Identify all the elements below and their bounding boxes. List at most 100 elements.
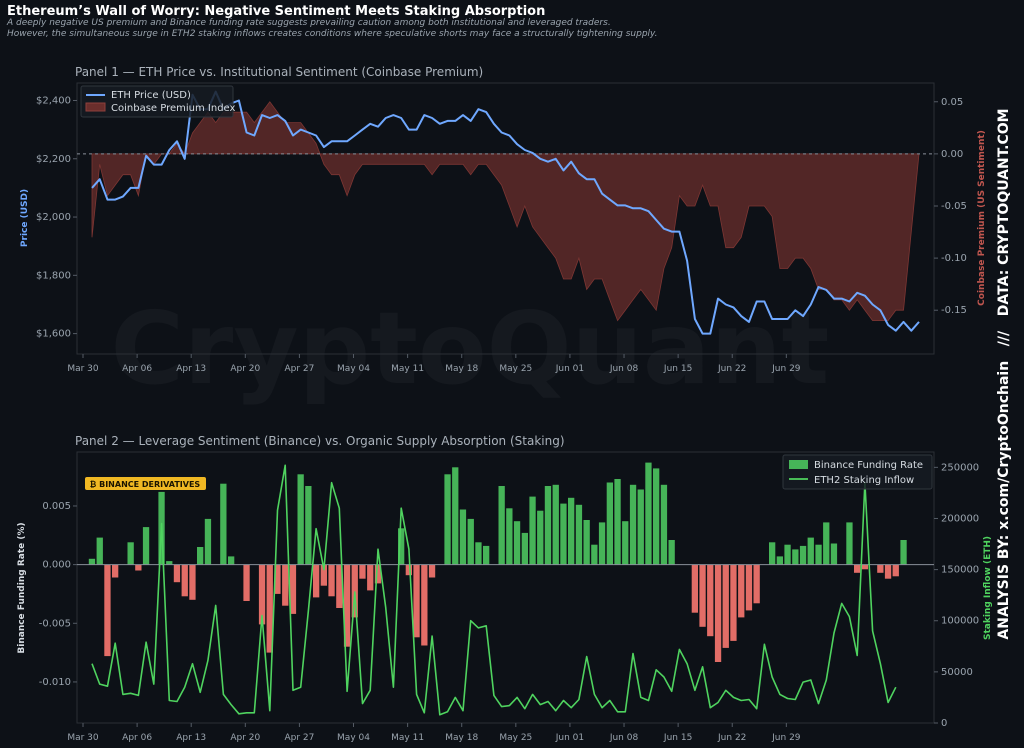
panel1-title: Panel 1 — ETH Price vs. Institutional Se… xyxy=(75,65,483,79)
funding-rate-bar xyxy=(861,564,868,570)
legend-price-label: ETH Price (USD) xyxy=(111,90,191,101)
funding-rate-bar xyxy=(668,540,675,565)
funding-rate-bar xyxy=(784,544,791,565)
funding-rate-bar xyxy=(807,537,814,565)
funding-rate-bar xyxy=(830,543,838,565)
funding-rate-bar xyxy=(877,564,884,573)
panel2-y-tick-label: -0.010 xyxy=(39,677,71,688)
funding-rate-bar xyxy=(699,564,706,627)
funding-rate-bar xyxy=(444,474,451,565)
watermark-text: CryptoQuant xyxy=(111,290,830,407)
attribution-analysis: ANALYSIS BY: x.com/CryptoOnchain xyxy=(996,360,1012,640)
funding-rate-bar xyxy=(359,564,366,579)
funding-rate-bar xyxy=(854,564,861,573)
panel2-y-tick-label: -0.005 xyxy=(39,618,71,629)
funding-rate-bar xyxy=(88,558,96,565)
panel2-x-tick-label: Jun 29 xyxy=(771,733,801,743)
panel1-y2-tick-label: -0.15 xyxy=(941,305,967,316)
panel1-x-tick-label: May 18 xyxy=(445,364,478,374)
funding-rate-bar xyxy=(792,549,799,565)
funding-rate-bar xyxy=(753,564,760,604)
panel1-y-axis-label: Price (USD) xyxy=(20,189,30,247)
funding-rate-bar xyxy=(135,564,142,571)
funding-rate-bar xyxy=(173,564,181,583)
funding-rate-bar xyxy=(568,497,575,565)
panel2-x-tick-label: May 18 xyxy=(445,733,478,743)
funding-rate-bar xyxy=(181,564,188,597)
panel2-x-tick-label: Jun 08 xyxy=(609,733,639,743)
panel2-y2-tick-label: 0 xyxy=(941,718,947,729)
attribution-data: DATA: CRYPTOQUANT.COM xyxy=(996,108,1012,317)
panel2-y2-tick-label: 150000 xyxy=(941,565,979,576)
panel2-x-tick-label: May 25 xyxy=(499,733,532,743)
panel1-y2-tick-label: -0.10 xyxy=(941,253,967,264)
funding-rate-bar xyxy=(598,522,606,565)
panel1-x-tick-label: Mar 30 xyxy=(67,364,99,374)
funding-rate-bar xyxy=(204,518,212,565)
funding-rate-bar xyxy=(544,486,552,565)
funding-rate-bar xyxy=(745,564,753,611)
funding-rate-bar xyxy=(459,509,467,565)
staking-inflow-line xyxy=(91,464,897,716)
funding-rate-bar xyxy=(189,564,196,600)
funding-rate-bar xyxy=(104,564,111,657)
funding-rate-bar xyxy=(521,532,528,565)
funding-rate-bar xyxy=(367,564,374,591)
funding-rate-bar xyxy=(537,510,544,565)
panel2-x-tick-label: May 04 xyxy=(337,733,370,743)
funding-rate-bar xyxy=(220,483,227,565)
funding-rate-bar xyxy=(730,564,737,641)
funding-rate-bar xyxy=(769,542,776,565)
panel1-x-tick-label: Apr 13 xyxy=(176,364,206,374)
funding-rate-bar xyxy=(475,542,482,565)
funding-rate-bar xyxy=(452,467,459,565)
panel2-x-tick-label: May 11 xyxy=(391,733,424,743)
funding-rate-bar xyxy=(421,564,428,646)
funding-rate-bar xyxy=(900,540,907,565)
panel1-y2-axis-label: Coinbase Premium (US Sentiment) xyxy=(977,130,987,306)
funding-rate-bar xyxy=(591,544,598,565)
panel2-x-tick-label: Jun 22 xyxy=(717,733,746,743)
panel1-y-tick-label: $1,600 xyxy=(36,329,71,340)
funding-rate-bar xyxy=(645,462,652,565)
panel1-x-tick-label: Jun 08 xyxy=(609,364,639,374)
funding-rate-bar xyxy=(428,564,436,578)
attribution-separator: /// xyxy=(996,330,1012,347)
panel2-y2-axis-label: Staking Inflow (ETH) xyxy=(983,536,993,640)
funding-rate-bar xyxy=(738,564,745,618)
funding-rate-bar xyxy=(637,489,644,565)
funding-rate-bar xyxy=(606,482,613,565)
panel2-x-tick-label: Jun 01 xyxy=(555,733,584,743)
funding-rate-bar xyxy=(552,484,559,565)
panel1-legend: ETH Price (USD) Coinbase Premium Index xyxy=(80,85,236,118)
panel2-y-axis-label: Binance Funding Rate (%) xyxy=(17,522,27,653)
panel2-y-tick-label: 0.000 xyxy=(42,560,71,571)
panel1-x-tick-label: Apr 20 xyxy=(230,364,260,374)
legend-premium-label: Coinbase Premium Index xyxy=(111,103,236,114)
panel2-x-tick-label: Apr 06 xyxy=(122,733,152,743)
funding-rate-bar xyxy=(622,521,629,565)
attribution-text: ANALYSIS BY: x.com/CryptoOnchain /// DAT… xyxy=(996,24,1020,724)
panel2-x-tick-label: Mar 30 xyxy=(67,733,99,743)
funding-rate-bar xyxy=(691,564,698,613)
panel1-y-tick-label: $2,400 xyxy=(36,95,71,106)
panel2-x-tick-label: Jun 15 xyxy=(663,733,692,743)
panel1-y2-tick-label: 0.00 xyxy=(941,149,963,160)
legend-premium-swatch xyxy=(85,102,106,112)
funding-rate-bar xyxy=(614,479,621,565)
panel1-x-tick-label: May 04 xyxy=(337,364,370,374)
funding-rate-bar xyxy=(846,522,853,565)
panel1-x-tick-label: Jun 22 xyxy=(717,364,746,374)
funding-rate-bar xyxy=(653,468,660,565)
funding-rate-bar xyxy=(575,504,583,565)
funding-rate-bar xyxy=(243,564,250,601)
panel1-x-tick-label: May 25 xyxy=(499,364,532,374)
funding-rate-bar xyxy=(142,527,150,565)
legend-funding-swatch xyxy=(789,460,808,469)
badge-label: ₿ BINANCE DERIVATIVES xyxy=(90,480,201,489)
panel1-x-tick-label: Jun 01 xyxy=(555,364,584,374)
funding-rate-bar xyxy=(328,564,335,597)
funding-rate-bar xyxy=(884,564,892,579)
panel2-legend: Binance Funding Rate ETH2 Staking Inflow xyxy=(782,454,933,490)
funding-rate-bar xyxy=(96,537,103,565)
